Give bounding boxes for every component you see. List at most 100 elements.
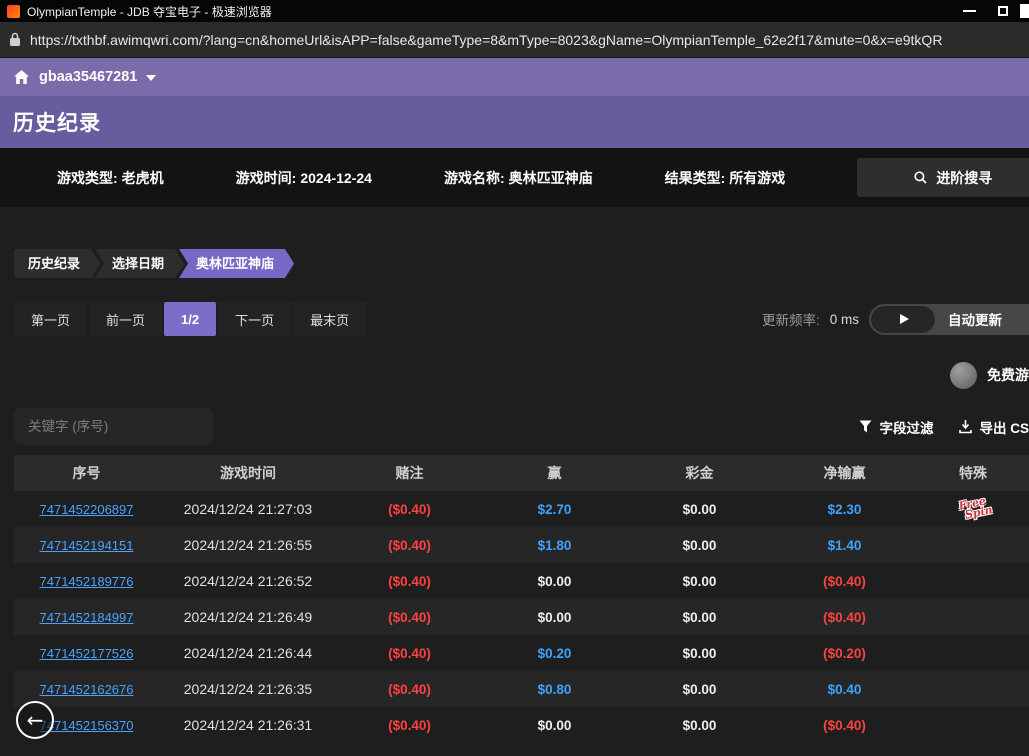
round-id-link[interactable]: 7471452177526 bbox=[40, 646, 134, 661]
cell-jackpot: $0.00 bbox=[627, 527, 772, 563]
chevron-down-icon[interactable] bbox=[146, 75, 156, 81]
round-id-link[interactable]: 7471452189776 bbox=[40, 574, 134, 589]
lock-icon bbox=[9, 32, 21, 47]
filter-game-name: 游戏名称:奥林匹亚神庙 bbox=[444, 168, 593, 188]
cell-net: $1.40 bbox=[772, 527, 917, 563]
url-field[interactable]: https://txthbf.awimqwri.com/?lang=cn&hom… bbox=[30, 32, 942, 48]
table-row: 74714521849972024/12/24 21:26:49($0.40)$… bbox=[14, 599, 1029, 635]
cell-special bbox=[917, 635, 1029, 671]
cell-jackpot: $0.00 bbox=[627, 635, 772, 671]
breadcrumb-date[interactable]: 选择日期 bbox=[95, 249, 184, 278]
cell-bet: ($0.40) bbox=[337, 671, 482, 707]
breadcrumb-history[interactable]: 历史纪录 bbox=[14, 249, 100, 278]
cell-net: $0.40 bbox=[772, 671, 917, 707]
pagination-bar: 第一页 前一页 1/2 下一页 最末页 更新频率: 0 ms 自动更新 bbox=[14, 302, 1029, 336]
round-id-link[interactable]: 7471452184997 bbox=[40, 610, 134, 625]
table-row: 7471452177526 2024/12/24 21:26:44($0.40) $… bbox=[14, 635, 1029, 671]
breadcrumb: 历史纪录 选择日期 奥林匹亚神庙 bbox=[14, 249, 1029, 278]
cell-win: $0.00 bbox=[482, 599, 627, 635]
back-button[interactable]: ← bbox=[16, 701, 54, 739]
last-page-button[interactable]: 最末页 bbox=[293, 302, 366, 336]
breadcrumb-game[interactable]: 奥林匹亚神庙 bbox=[179, 249, 294, 278]
cell-time: 2024/12/24 21:26:55 bbox=[159, 527, 337, 563]
browser-urlbar: https://txthbf.awimqwri.com/?lang=cn&hom… bbox=[0, 22, 1029, 58]
table-row: 74714522068972024/12/24 21:27:03($0.40)$… bbox=[14, 491, 1029, 527]
cell-win: $2.70 bbox=[482, 491, 627, 527]
history-table: 序号 游戏时间 赌注 赢 彩金 净输赢 特殊 74714522068972024… bbox=[14, 455, 1029, 743]
free-spin-badge: FreeSpin bbox=[953, 495, 993, 522]
first-page-button[interactable]: 第一页 bbox=[14, 302, 87, 336]
cell-time: 2024/12/24 21:26:52 bbox=[159, 563, 337, 599]
minimize-icon[interactable] bbox=[963, 10, 976, 12]
cell-time: 2024/12/24 21:27:03 bbox=[159, 491, 337, 527]
header-bet: 赌注 bbox=[337, 455, 482, 491]
current-page-indicator[interactable]: 1/2 bbox=[164, 302, 216, 336]
toggle-knob[interactable] bbox=[871, 306, 935, 333]
keyword-search-input[interactable] bbox=[14, 408, 213, 445]
cell-time: 2024/12/24 21:26:44 bbox=[159, 635, 337, 671]
play-icon bbox=[900, 314, 909, 324]
cell-special bbox=[917, 707, 1029, 743]
cell-net: $2.30 bbox=[772, 491, 917, 527]
browser-titlebar: OlympianTemple - JDB 夺宝电子 - 极速浏览器 bbox=[0, 0, 1029, 22]
prev-page-button[interactable]: 前一页 bbox=[89, 302, 162, 336]
cell-bet: ($0.40) bbox=[337, 491, 482, 527]
window-title: OlympianTemple - JDB 夺宝电子 - 极速浏览器 bbox=[27, 3, 272, 20]
header-jackpot: 彩金 bbox=[627, 455, 772, 491]
auto-update-toggle[interactable]: 自动更新 bbox=[869, 304, 1029, 335]
auto-update-label: 自动更新 bbox=[948, 309, 1002, 329]
cell-net: ($0.40) bbox=[772, 707, 917, 743]
filter-game-time: 游戏时间:2024-12-24 bbox=[236, 168, 372, 188]
close-icon[interactable] bbox=[1020, 4, 1029, 18]
cell-bet: ($0.40) bbox=[337, 635, 482, 671]
round-id-link[interactable]: 7471452206897 bbox=[40, 502, 134, 517]
filter-game-type: 游戏类型:老虎机 bbox=[57, 168, 164, 188]
cell-special bbox=[917, 527, 1029, 563]
cell-special: FreeSpin bbox=[917, 491, 1029, 527]
cell-jackpot: $0.00 bbox=[627, 671, 772, 707]
free-games-row: 免费游 bbox=[0, 360, 1029, 390]
header-id: 序号 bbox=[14, 455, 159, 491]
browser-favicon-icon bbox=[7, 5, 20, 18]
cell-jackpot: $0.00 bbox=[627, 491, 772, 527]
cell-jackpot: $0.00 bbox=[627, 707, 772, 743]
cell-win: $1.80 bbox=[482, 527, 627, 563]
refresh-rate-value: 0 ms bbox=[830, 312, 859, 327]
cell-bet: ($0.40) bbox=[337, 599, 482, 635]
maximize-icon[interactable] bbox=[998, 6, 1008, 16]
cell-time: 2024/12/24 21:26:49 bbox=[159, 599, 337, 635]
next-page-button[interactable]: 下一页 bbox=[218, 302, 291, 336]
table-row: 7471452162676 2024/12/24 21:26:35($0.40) $… bbox=[14, 671, 1029, 707]
cell-id: 7471452177526 bbox=[14, 635, 159, 671]
field-filter-button[interactable]: 字段过滤 bbox=[859, 417, 933, 437]
cell-id: 7471452184997 bbox=[14, 599, 159, 635]
free-games-label: 免费游 bbox=[987, 365, 1029, 385]
cell-jackpot: $0.00 bbox=[627, 599, 772, 635]
download-icon bbox=[959, 420, 972, 434]
header-special: 特殊 bbox=[917, 455, 1029, 491]
cell-jackpot: $0.00 bbox=[627, 563, 772, 599]
search-row: 字段过滤 导出 CS bbox=[14, 408, 1029, 445]
advanced-search-button[interactable]: 进阶搜寻 bbox=[857, 158, 1029, 197]
cell-special bbox=[917, 671, 1029, 707]
search-icon bbox=[914, 171, 927, 184]
cell-net: ($0.40) bbox=[772, 599, 917, 635]
round-id-link[interactable]: 7471452194151 bbox=[40, 538, 134, 553]
cell-special bbox=[917, 563, 1029, 599]
home-icon[interactable] bbox=[13, 69, 30, 85]
cell-bet: ($0.40) bbox=[337, 527, 482, 563]
table-row: 74714521897762024/12/24 21:26:52($0.40)$… bbox=[14, 563, 1029, 599]
filter-result-type: 结果类型:所有游戏 bbox=[665, 168, 786, 188]
cell-id: 7471452194151 bbox=[14, 527, 159, 563]
export-csv-button[interactable]: 导出 CS bbox=[959, 417, 1029, 437]
round-id-link[interactable]: 7471452162676 bbox=[40, 682, 134, 697]
account-bar: gbaa35467281 bbox=[0, 58, 1029, 96]
table-row: 74714521941512024/12/24 21:26:55($0.40)$… bbox=[14, 527, 1029, 563]
cell-time: 2024/12/24 21:26:35 bbox=[159, 671, 337, 707]
cell-special bbox=[917, 599, 1029, 635]
header-net: 净输赢 bbox=[772, 455, 917, 491]
free-games-icon[interactable] bbox=[950, 362, 977, 389]
refresh-group: 更新频率: 0 ms 自动更新 bbox=[762, 304, 1029, 335]
username: gbaa35467281 bbox=[39, 69, 137, 85]
refresh-rate-label: 更新频率: bbox=[762, 309, 820, 329]
